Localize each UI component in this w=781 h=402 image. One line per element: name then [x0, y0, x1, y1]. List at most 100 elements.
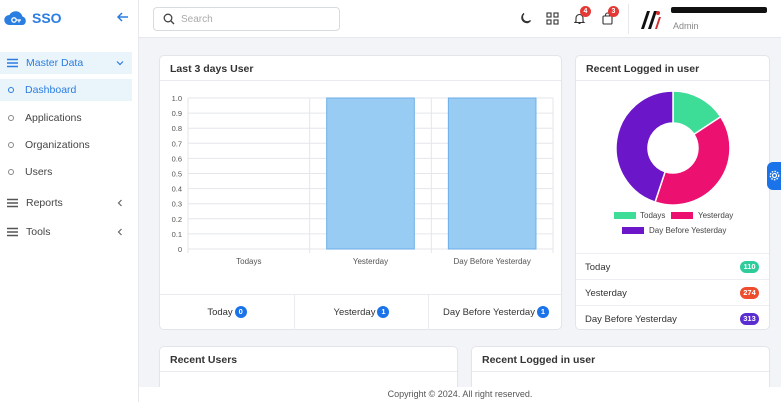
- card-title: Recent Logged in user: [482, 354, 596, 366]
- recent-logged-row: Yesterday 274: [576, 279, 769, 305]
- stats-row: Today 0 Yesterday 1 Day Before Yesterday…: [160, 294, 563, 330]
- legend-label: Todays: [640, 211, 666, 220]
- circle-icon: [8, 115, 14, 121]
- legend-label: Day Before Yesterday: [649, 226, 727, 235]
- pie-legend: Todays Yesterday Day Before Yesterday: [576, 208, 769, 252]
- stat-label: Day Before Yesterday: [443, 306, 535, 318]
- card-title: Recent Users: [170, 354, 238, 366]
- user-role: Admin: [673, 21, 699, 31]
- legend-swatch: [614, 212, 636, 219]
- recent-logged-card: Recent Logged in user Todays Yesterday D…: [575, 55, 770, 330]
- y-tick-label: 0.6: [172, 154, 182, 163]
- stat-badge: 0: [234, 306, 247, 318]
- donut-chart: [615, 90, 731, 206]
- y-tick-label: 0.5: [172, 170, 182, 179]
- sidebar-item-reports[interactable]: Reports: [0, 192, 132, 214]
- x-tick-label: Todays: [236, 257, 261, 266]
- chevron-left-icon: [117, 199, 122, 207]
- legend-swatch: [622, 227, 644, 234]
- sidebar: SSO Master Data Dashboard Applications O…: [0, 0, 139, 402]
- card-divider: [160, 371, 457, 372]
- last-3-days-card: Last 3 days User 0 0.1 0.2 0.3 0.4 0.5 0.6 0.7 0…: [159, 55, 562, 330]
- y-tick-label: 0.1: [172, 230, 182, 239]
- avatar[interactable]: [637, 7, 663, 33]
- card-title: Recent Logged in user: [586, 63, 700, 75]
- x-tick-label: Yesterday: [353, 257, 388, 266]
- sidebar-item-label: Tools: [26, 226, 51, 238]
- footer: Copyright © 2024. All right reserved.: [139, 387, 781, 402]
- menu-icon: [7, 198, 18, 208]
- menu-icon: [7, 227, 18, 237]
- y-tick-label: 0.2: [172, 215, 182, 224]
- circle-icon: [8, 87, 14, 93]
- cloud-logo-icon: [4, 11, 26, 25]
- notifications-badge: 4: [580, 6, 591, 17]
- card-divider: [576, 80, 769, 81]
- search-input[interactable]: [181, 11, 331, 27]
- count-badge: 110: [740, 261, 759, 273]
- recent-logged-row: Today 110: [576, 253, 769, 279]
- row-label: Today: [585, 262, 611, 273]
- notifications-button[interactable]: 4: [573, 6, 591, 25]
- topbar: 4 3 Admin: [139, 0, 781, 38]
- row-label: Yesterday: [585, 288, 627, 299]
- apps-grid-icon[interactable]: [546, 12, 559, 25]
- search-icon: [163, 13, 175, 25]
- row-label: Day Before Yesterday: [585, 314, 677, 325]
- sidebar-item-applications[interactable]: Applications: [0, 107, 132, 129]
- card-divider: [160, 80, 561, 81]
- settings-toggle-button[interactable]: [767, 162, 781, 190]
- sidebar-item-label: Users: [25, 166, 53, 178]
- sidebar-item-tools[interactable]: Tools: [0, 221, 132, 243]
- chevron-down-icon: [116, 61, 124, 66]
- stat-today: Today 0: [160, 294, 294, 330]
- recent-logged-row: Day Before Yesterday 313: [576, 305, 769, 331]
- brand-name: SSO: [32, 10, 62, 26]
- y-tick-label: 0.3: [172, 200, 182, 209]
- x-tick-label: Day Before Yesterday: [453, 257, 530, 266]
- brand: SSO: [0, 0, 139, 38]
- sidebar-item-users[interactable]: Users: [0, 161, 132, 183]
- y-tick-label: 0.4: [172, 185, 182, 194]
- chevron-left-icon: [117, 228, 122, 236]
- stat-yesterday: Yesterday 1: [295, 294, 428, 330]
- card-title: Last 3 days User: [170, 63, 254, 75]
- topbar-divider: [628, 4, 629, 34]
- stat-badge: 1: [377, 306, 390, 318]
- bar: [326, 97, 415, 250]
- y-tick-label: 0.9: [172, 109, 182, 118]
- y-tick-label: 0.8: [172, 124, 182, 133]
- stat-day-before: Day Before Yesterday 1: [429, 294, 563, 330]
- circle-icon: [8, 142, 14, 148]
- moon-icon[interactable]: [519, 12, 532, 25]
- sidebar-item-label: Master Data: [26, 57, 84, 69]
- menu-icon: [7, 58, 18, 68]
- legend-label: Yesterday: [698, 211, 734, 220]
- y-tick-label: 0.7: [172, 139, 182, 148]
- search-box[interactable]: [153, 7, 340, 31]
- sidebar-item-label: Dashboard: [25, 84, 77, 96]
- circle-icon: [8, 169, 14, 175]
- sidebar-item-organizations[interactable]: Organizations: [0, 134, 132, 156]
- bar: [447, 97, 537, 250]
- gear-icon: [769, 170, 780, 181]
- sidebar-item-master-data[interactable]: Master Data: [0, 52, 132, 74]
- count-badge: 274: [740, 287, 759, 299]
- sidebar-item-label: Organizations: [25, 139, 90, 151]
- card-divider: [472, 371, 769, 372]
- count-badge: 313: [740, 313, 759, 325]
- stat-badge: 1: [536, 306, 549, 318]
- bar-chart: 0 0.1 0.2 0.3 0.4 0.5 0.6 0.7 0.8 0.9 1.0 Todays Yes…: [172, 94, 554, 266]
- sidebar-item-label: Applications: [25, 112, 82, 124]
- sidebar-item-label: Reports: [26, 197, 63, 209]
- stat-label: Yesterday: [333, 306, 376, 318]
- user-name-redacted[interactable]: [671, 7, 767, 13]
- stat-label: Today: [207, 306, 233, 318]
- arrow-left-icon[interactable]: [116, 10, 130, 24]
- y-tick-label: 1.0: [172, 94, 182, 103]
- cart-button[interactable]: 3: [601, 6, 619, 25]
- legend-swatch: [671, 212, 693, 219]
- sidebar-item-dashboard[interactable]: Dashboard: [0, 79, 132, 101]
- cart-badge: 3: [608, 6, 619, 17]
- y-tick-label: 0: [178, 245, 182, 254]
